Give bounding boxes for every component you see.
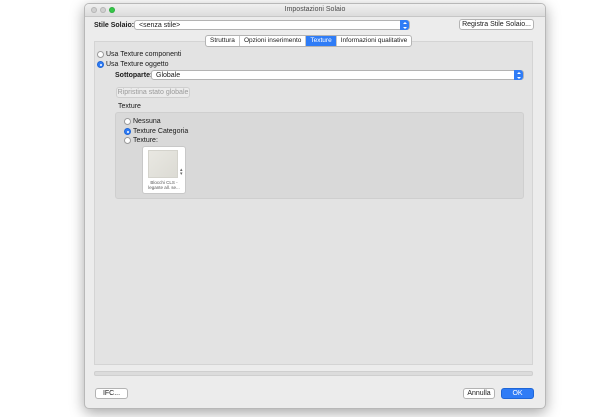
subpart-label: Sottoparte: (115, 72, 153, 79)
components-texture-label: Usa Texture componenti (106, 51, 182, 58)
texture-preview-image (148, 150, 178, 178)
tab-structure[interactable]: Struttura (206, 36, 240, 46)
radio-texture-none[interactable] (124, 118, 131, 125)
texture-group-title: Texture (118, 103, 141, 110)
texture-none-label: Nessuna (133, 118, 161, 125)
style-label: Stile Solaio: (94, 22, 135, 29)
title-bar[interactable]: Impostazioni Solaio (85, 4, 545, 17)
subpart-select-value: Globale (156, 72, 181, 79)
texture-thumbnail-caption: Blocchi CLS - legante all. se... (148, 180, 180, 190)
radio-texture-custom[interactable] (124, 137, 131, 144)
window-title: Impostazioni Solaio (284, 6, 346, 13)
restore-global-state-button[interactable]: Ripristina stato globale (116, 87, 190, 98)
ifc-button[interactable]: IFC... (95, 388, 128, 399)
radio-texture-category[interactable] (124, 128, 131, 135)
radio-object-texture[interactable] (97, 61, 104, 68)
texture-custom-label: Texture: (133, 137, 158, 144)
chevron-updown-icon (514, 70, 523, 80)
chevron-updown-icon (400, 20, 409, 30)
ok-button[interactable]: OK (501, 388, 534, 399)
register-style-button[interactable]: Registra Stile Solaio... (459, 19, 534, 30)
style-select[interactable]: <senza stile> (134, 20, 410, 30)
tab-insertion-options[interactable]: Opzioni inserimento (240, 36, 307, 46)
tab-texture[interactable]: Texture (306, 36, 337, 46)
radio-components-texture[interactable] (97, 51, 104, 58)
style-select-value: <senza stile> (139, 22, 181, 29)
stepper-icon[interactable]: ▴ ▾ (180, 168, 185, 177)
object-texture-label: Usa Texture oggetto (106, 61, 169, 68)
tab-bar: Struttura Opzioni inserimento Texture In… (205, 35, 413, 47)
subpart-select[interactable]: Globale (151, 70, 524, 80)
cancel-button[interactable]: Annulla (463, 388, 495, 399)
tab-qualitative-info[interactable]: Informazioni qualitative (337, 36, 411, 46)
horizontal-scrollbar[interactable] (94, 371, 533, 376)
texture-category-label: Texture Categoria (133, 128, 189, 135)
settings-dialog: Impostazioni Solaio Stile Solaio: <senza… (84, 3, 546, 409)
texture-thumbnail-picker[interactable]: ▴ ▾ Blocchi CLS - legante all. se... (142, 146, 186, 194)
